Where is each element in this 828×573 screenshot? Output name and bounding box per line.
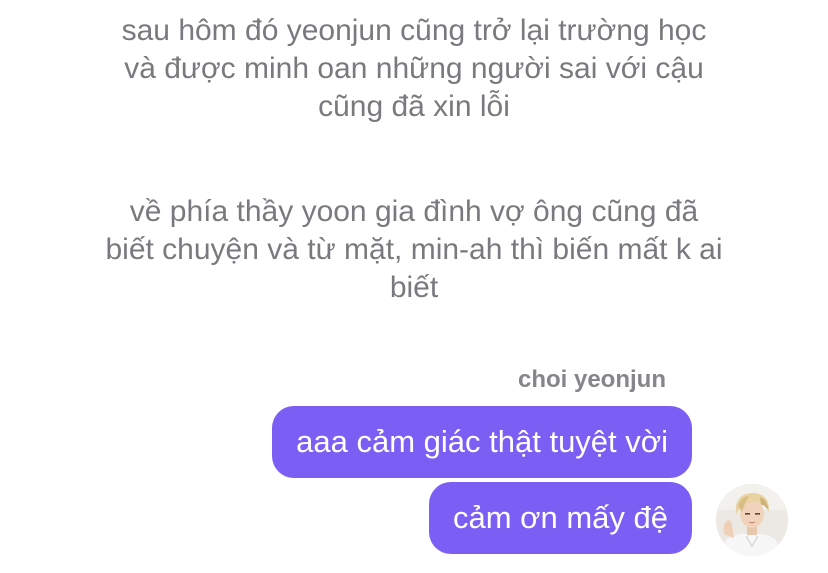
message-bubble-1[interactable]: aaa cảm giác thật tuyệt vời <box>272 406 692 478</box>
avatar-photo-icon <box>716 484 788 556</box>
sender-avatar[interactable] <box>716 484 788 556</box>
narration-paragraph-2: về phía thầy yoon gia đình vợ ông cũng đ… <box>105 195 723 304</box>
message-bubble-2[interactable]: cảm ơn mấy đệ <box>428 482 692 554</box>
narration-paragraph-1: sau hôm đó yeonjun cũng trở lại trường h… <box>121 14 707 123</box>
sender-name: choi yeonjun <box>517 366 666 393</box>
